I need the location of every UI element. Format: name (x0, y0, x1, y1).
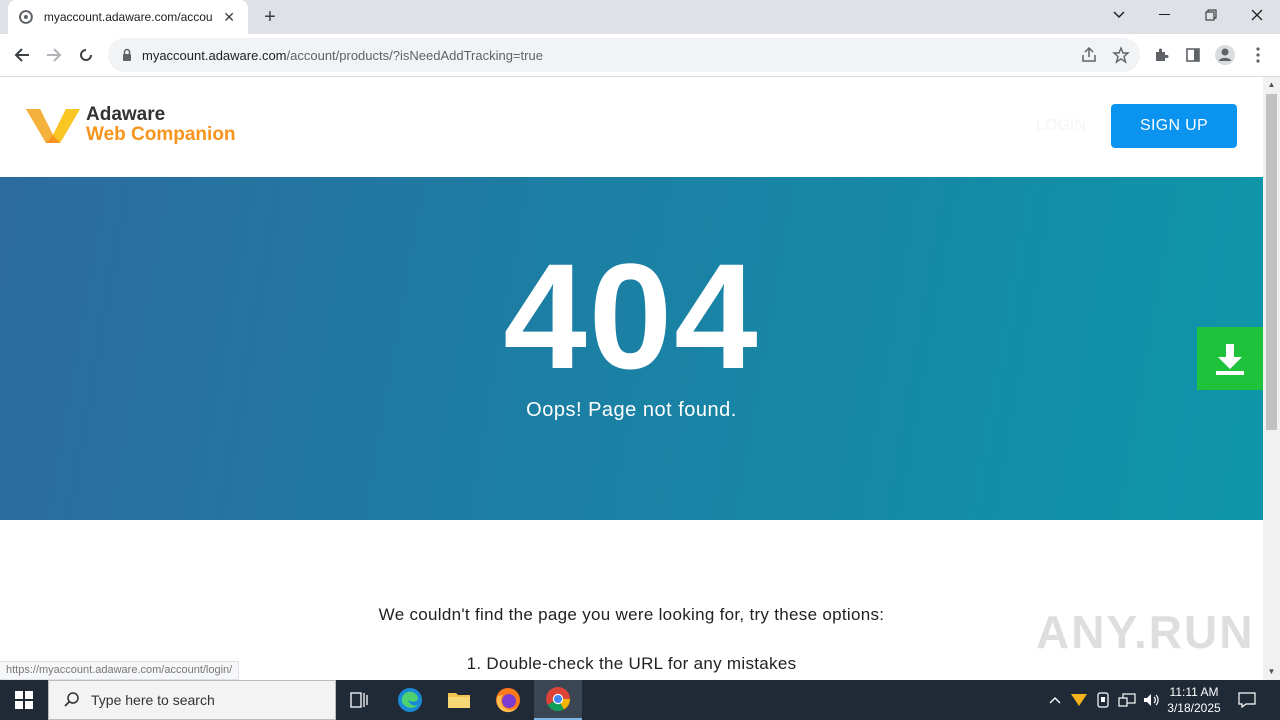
profile-avatar-icon[interactable] (1214, 44, 1236, 66)
forward-button[interactable] (40, 41, 68, 69)
scroll-thumb[interactable] (1266, 94, 1277, 430)
adaware-logo[interactable]: Adaware Web Companion (26, 105, 236, 145)
taskbar-clock[interactable]: 11:11 AM 3/18/2025 (1160, 684, 1228, 716)
status-bar-url: https://myaccount.adaware.com/account/lo… (0, 661, 240, 680)
browser-tab[interactable]: myaccount.adaware.com/accou ✕ (8, 0, 248, 34)
clock-time: 11:11 AM (1169, 685, 1219, 699)
url-text: myaccount.adaware.com/account/products/?… (142, 47, 543, 63)
taskbar-search-box[interactable]: Type here to search (48, 680, 336, 720)
restore-button[interactable] (1188, 0, 1234, 30)
tab-search-chevron-icon[interactable] (1096, 0, 1142, 30)
stop-loading-button[interactable] (72, 41, 100, 69)
network-icon[interactable] (1116, 680, 1138, 720)
browser-toolbar: myaccount.adaware.com/account/products/?… (0, 34, 1280, 77)
error-hero: 404 Oops! Page not found. (0, 177, 1263, 520)
windows-taskbar: Type here to search 11:11 AM 3/18/2025 (0, 680, 1280, 720)
notification-center-icon[interactable] (1232, 680, 1262, 720)
bookmark-star-icon[interactable] (1112, 46, 1130, 64)
error-code: 404 (503, 232, 760, 400)
new-tab-button[interactable]: + (258, 6, 282, 28)
login-link[interactable]: LOGIN (1036, 117, 1086, 135)
search-icon (64, 692, 79, 707)
extensions-icon[interactable] (1150, 44, 1172, 66)
lock-icon[interactable] (120, 48, 134, 62)
adaware-logo-icon (26, 109, 80, 143)
site-header: Adaware Web Companion LOGIN SIGN UP (0, 77, 1263, 177)
tab-close-icon[interactable]: ✕ (220, 8, 238, 26)
close-window-button[interactable] (1234, 0, 1280, 30)
browser-tabstrip: myaccount.adaware.com/accou ✕ + (0, 0, 1280, 34)
search-placeholder: Type here to search (91, 692, 215, 708)
edge-app-button[interactable] (386, 680, 434, 720)
scroll-up-arrow-icon[interactable]: ▲ (1267, 80, 1276, 89)
task-view-button[interactable] (336, 680, 384, 720)
adaware-tray-icon[interactable] (1068, 680, 1090, 720)
clock-date: 3/18/2025 (1167, 701, 1221, 715)
side-panel-icon[interactable] (1182, 44, 1204, 66)
anyrun-watermark: ANY.RUN (1036, 606, 1255, 658)
signup-button[interactable]: SIGN UP (1111, 104, 1237, 148)
address-bar[interactable]: myaccount.adaware.com/account/products/?… (108, 38, 1140, 72)
download-icon (1216, 343, 1244, 375)
scroll-down-arrow-icon[interactable]: ▼ (1267, 667, 1276, 676)
firefox-app-button[interactable] (484, 680, 532, 720)
logo-product: Web Companion (86, 124, 236, 145)
loading-favicon-icon (18, 10, 33, 24)
windows-logo-icon (15, 691, 33, 709)
minimize-button[interactable] (1142, 0, 1188, 30)
tab-title: myaccount.adaware.com/accou (43, 10, 213, 24)
edge-icon (398, 688, 422, 712)
browser-menu-icon[interactable] (1247, 44, 1269, 66)
share-icon[interactable] (1080, 46, 1098, 64)
chrome-app-button[interactable] (534, 680, 582, 720)
folder-icon (448, 693, 470, 708)
web-page: Adaware Web Companion LOGIN SIGN UP 404 … (0, 77, 1263, 680)
logo-name: Adaware (86, 104, 166, 125)
back-button[interactable] (8, 41, 36, 69)
page-scrollbar[interactable]: ▲ ▼ (1263, 77, 1280, 680)
task-view-icon (350, 692, 368, 708)
error-message: Oops! Page not found. (526, 399, 737, 421)
tray-overflow-chevron-icon[interactable] (1045, 680, 1065, 720)
file-explorer-button[interactable] (435, 680, 483, 720)
start-button[interactable] (0, 680, 48, 720)
device-tray-icon[interactable] (1092, 680, 1114, 720)
firefox-icon (496, 688, 520, 713)
chrome-icon (546, 687, 570, 712)
volume-icon[interactable] (1140, 680, 1162, 720)
download-button[interactable] (1197, 327, 1263, 390)
